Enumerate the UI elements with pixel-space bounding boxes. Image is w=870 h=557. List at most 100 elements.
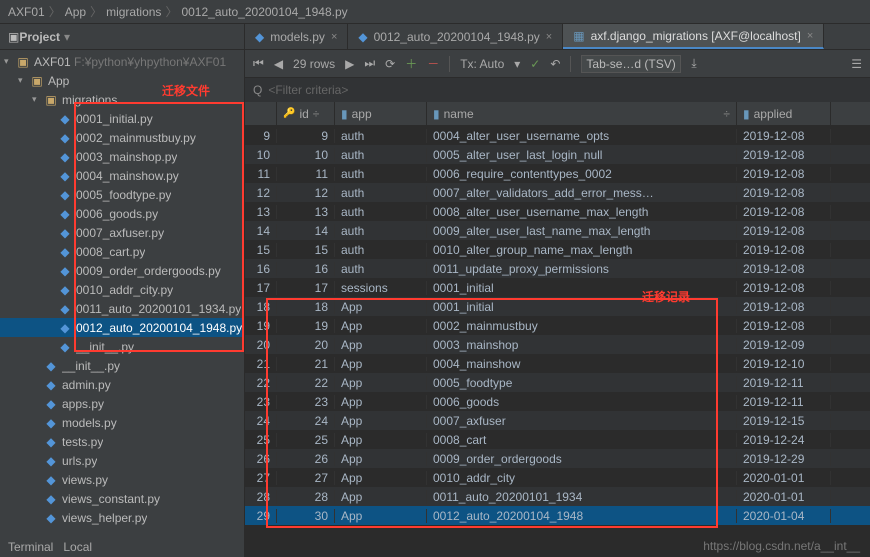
nav-next-icon[interactable]: ▶ <box>345 57 354 71</box>
cell-id[interactable]: 27 <box>277 471 335 485</box>
cell-name[interactable]: 0010_alter_group_name_max_length <box>427 243 737 257</box>
tree-item[interactable]: ◆tests.py <box>0 432 244 451</box>
cell-applied[interactable]: 2019-12-08 <box>737 129 831 143</box>
cell-applied[interactable]: 2019-12-08 <box>737 148 831 162</box>
cell-name[interactable]: 0002_mainmustbuy <box>427 319 737 333</box>
cell-name[interactable]: 0001_initial <box>427 281 737 295</box>
tree-item[interactable]: ◆0003_mainshop.py <box>0 147 244 166</box>
export-format-input[interactable] <box>581 55 681 73</box>
tree-item[interactable]: ◆0008_cart.py <box>0 242 244 261</box>
cell-name[interactable]: 0003_mainshop <box>427 338 737 352</box>
cell-applied[interactable]: 2019-12-24 <box>737 433 831 447</box>
cell-app[interactable]: auth <box>335 205 427 219</box>
cell-id[interactable]: 21 <box>277 357 335 371</box>
column-header-applied[interactable]: ▮applied <box>737 102 831 125</box>
cell-app[interactable]: App <box>335 357 427 371</box>
cell-id[interactable]: 14 <box>277 224 335 238</box>
cell-app[interactable]: App <box>335 319 427 333</box>
refresh-icon[interactable]: ⟳ <box>385 57 395 71</box>
tree-item[interactable]: ◆models.py <box>0 413 244 432</box>
remove-row-icon[interactable]: － <box>427 55 439 72</box>
tab-local[interactable]: Local <box>63 540 92 554</box>
table-row[interactable]: 1111auth0006_require_contenttypes_000220… <box>245 164 870 183</box>
cell-id[interactable]: 17 <box>277 281 335 295</box>
tree-item[interactable]: ◆0009_order_ordergoods.py <box>0 261 244 280</box>
table-row[interactable]: 2727App0010_addr_city2020-01-01 <box>245 468 870 487</box>
table-row[interactable]: 2424App0007_axfuser2019-12-15 <box>245 411 870 430</box>
cell-applied[interactable]: 2019-12-10 <box>737 357 831 371</box>
cell-app[interactable]: auth <box>335 129 427 143</box>
tab-terminal[interactable]: Terminal <box>8 540 53 554</box>
table-row[interactable]: 2323App0006_goods2019-12-11 <box>245 392 870 411</box>
table-row[interactable]: 2626App0009_order_ordergoods2019-12-29 <box>245 449 870 468</box>
cell-app[interactable]: App <box>335 452 427 466</box>
tree-item[interactable]: ◆0010_addr_city.py <box>0 280 244 299</box>
table-row[interactable]: 99auth0004_alter_user_username_opts2019-… <box>245 126 870 145</box>
tree-item[interactable]: ◆apps.py <box>0 394 244 413</box>
cell-app[interactable]: App <box>335 395 427 409</box>
nav-first-icon[interactable]: ⏮ <box>253 56 264 71</box>
close-icon[interactable]: × <box>331 31 337 43</box>
table-row[interactable]: 1414auth0009_alter_user_last_name_max_le… <box>245 221 870 240</box>
cell-name[interactable]: 0005_alter_user_last_login_null <box>427 148 737 162</box>
nav-last-icon[interactable]: ⏭ <box>364 56 375 71</box>
settings-icon[interactable]: ☰ <box>851 57 862 71</box>
tree-item[interactable]: ◆views_constant.py <box>0 489 244 508</box>
cell-name[interactable]: 0006_require_contenttypes_0002 <box>427 167 737 181</box>
cell-applied[interactable]: 2019-12-08 <box>737 262 831 276</box>
breadcrumb-item[interactable]: migrations <box>106 5 161 19</box>
table-row[interactable]: 2525App0008_cart2019-12-24 <box>245 430 870 449</box>
data-grid[interactable]: 🔑id÷ ▮app ▮name÷ ▮applied 99auth0004_alt… <box>245 102 870 557</box>
cell-name[interactable]: 0009_alter_user_last_name_max_length <box>427 224 737 238</box>
cell-applied[interactable]: 2020-01-01 <box>737 490 831 504</box>
cell-name[interactable]: 0007_axfuser <box>427 414 737 428</box>
project-tree[interactable]: ▾▣AXF01 F:¥python¥yhpython¥AXF01▾▣App▾▣m… <box>0 50 244 557</box>
cell-app[interactable]: App <box>335 338 427 352</box>
cell-app[interactable]: auth <box>335 167 427 181</box>
tree-item[interactable]: ◆views.py <box>0 470 244 489</box>
cell-applied[interactable]: 2019-12-08 <box>737 224 831 238</box>
tree-item[interactable]: ◆urls.py <box>0 451 244 470</box>
cell-applied[interactable]: 2019-12-29 <box>737 452 831 466</box>
cell-id[interactable]: 23 <box>277 395 335 409</box>
tree-item[interactable]: ▾▣migrations <box>0 90 244 109</box>
cell-app[interactable]: auth <box>335 148 427 162</box>
cell-id[interactable]: 20 <box>277 338 335 352</box>
table-row[interactable]: 1515auth0010_alter_group_name_max_length… <box>245 240 870 259</box>
table-row[interactable]: 1010auth0005_alter_user_last_login_null2… <box>245 145 870 164</box>
cell-name[interactable]: 0004_alter_user_username_opts <box>427 129 737 143</box>
cell-applied[interactable]: 2019-12-08 <box>737 186 831 200</box>
tree-item[interactable]: ◆0005_foodtype.py <box>0 185 244 204</box>
chevron-down-icon[interactable]: ▾ <box>64 30 70 44</box>
cell-app[interactable]: App <box>335 433 427 447</box>
breadcrumb[interactable]: AXF01〉 App〉 migrations〉 0012_auto_202001… <box>8 3 348 20</box>
bottom-tool-tabs[interactable]: Terminal Local <box>0 537 100 557</box>
cell-applied[interactable]: 2019-12-08 <box>737 300 831 314</box>
table-row[interactable]: 1717sessions0001_initial2019-12-08 <box>245 278 870 297</box>
cell-id[interactable]: 10 <box>277 148 335 162</box>
table-row[interactable]: 1919App0002_mainmustbuy2019-12-08 <box>245 316 870 335</box>
cell-id[interactable]: 25 <box>277 433 335 447</box>
cell-applied[interactable]: 2020-01-04 <box>737 509 831 523</box>
column-header-app[interactable]: ▮app <box>335 102 427 125</box>
tree-item[interactable]: ◆0007_axfuser.py <box>0 223 244 242</box>
table-row[interactable]: 2930App0012_auto_20200104_19482020-01-04 <box>245 506 870 525</box>
cell-app[interactable]: App <box>335 471 427 485</box>
cell-app[interactable]: sessions <box>335 281 427 295</box>
tree-item[interactable]: ◆views_helper.py <box>0 508 244 527</box>
cell-name[interactable]: 0009_order_ordergoods <box>427 452 737 466</box>
editor-tab[interactable]: ◆models.py× <box>245 24 348 49</box>
cell-name[interactable]: 0001_initial <box>427 300 737 314</box>
chevron-down-icon[interactable]: ▾ <box>514 57 520 71</box>
cell-app[interactable]: App <box>335 490 427 504</box>
cell-app[interactable]: auth <box>335 224 427 238</box>
cell-id[interactable]: 15 <box>277 243 335 257</box>
cell-name[interactable]: 0004_mainshow <box>427 357 737 371</box>
cell-applied[interactable]: 2019-12-08 <box>737 167 831 181</box>
breadcrumb-item[interactable]: AXF01 <box>8 5 45 19</box>
cell-applied[interactable]: 2019-12-15 <box>737 414 831 428</box>
cell-id[interactable]: 13 <box>277 205 335 219</box>
cell-applied[interactable]: 2019-12-08 <box>737 205 831 219</box>
column-header-name[interactable]: ▮name÷ <box>427 102 737 125</box>
cell-id[interactable]: 16 <box>277 262 335 276</box>
